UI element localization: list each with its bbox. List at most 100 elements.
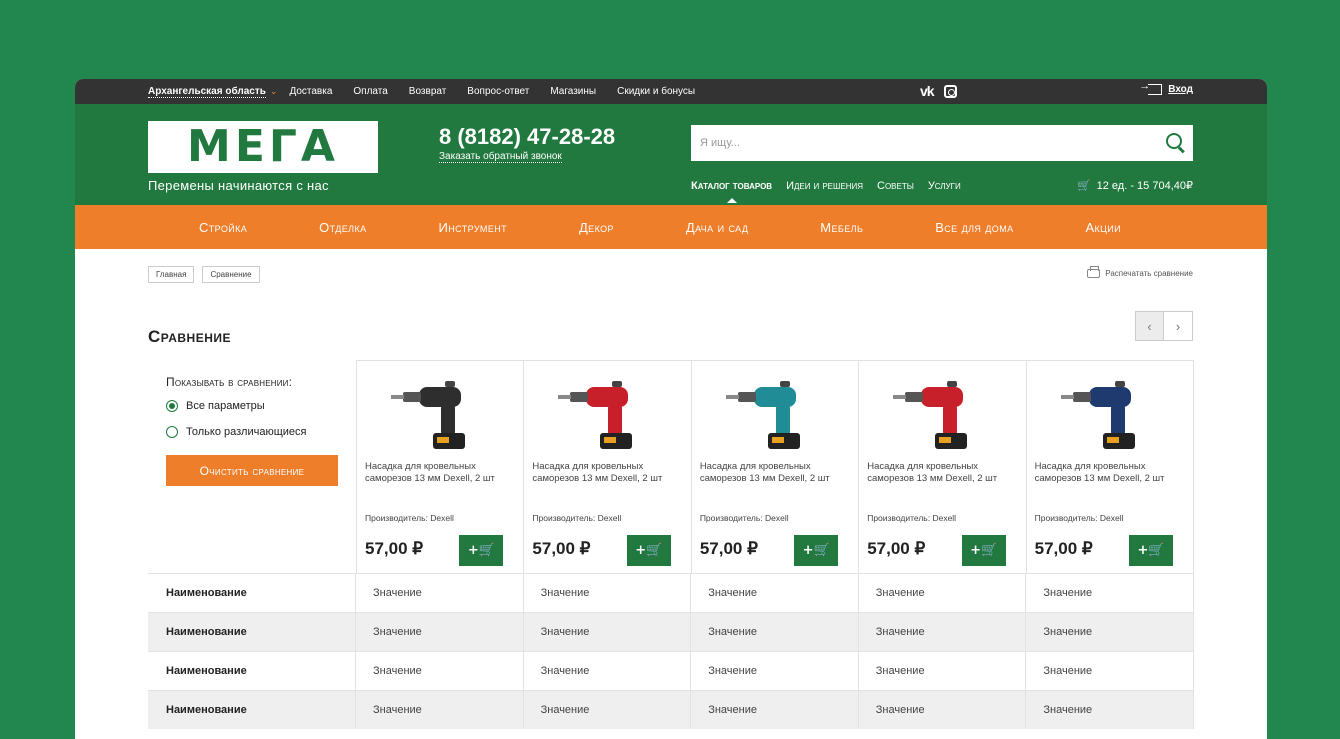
spec-value: Значение <box>859 652 1027 690</box>
menu-item-decor[interactable]: Декор <box>579 220 614 235</box>
radio-all-label: Все параметры <box>186 400 265 412</box>
menu-item-finishing[interactable]: Отделка <box>319 220 366 235</box>
header-cart[interactable]: 🛒 12 ед. - 15 704,40₽ <box>1077 179 1193 192</box>
product-card[interactable]: Насадка для кровельных саморезов 13 мм D… <box>1027 361 1195 574</box>
cart-summary: 12 ед. - 15 704,40₽ <box>1096 180 1193 192</box>
top-link-delivery[interactable]: Доставка <box>289 86 332 97</box>
subnav-ideas[interactable]: Идеи и решения <box>786 180 863 192</box>
vk-icon[interactable]: vk <box>920 84 935 98</box>
browser-window: Архангельская область ⌄ Доставка Оплата … <box>75 79 1267 739</box>
product-card[interactable]: Насадка для кровельных саморезов 13 мм D… <box>692 361 860 574</box>
spec-value: Значение <box>524 652 692 690</box>
category-menu: Стройка Отделка Инструмент Декор Дача и … <box>75 205 1267 249</box>
product-maker: Производитель: Dexell <box>532 513 622 523</box>
compare-filter-panel: Показывать в сравнении: Все параметры То… <box>166 375 346 486</box>
spec-value: Значение <box>356 613 524 651</box>
spec-value: Значение <box>524 574 692 612</box>
menu-item-furniture[interactable]: Мебель <box>820 220 863 235</box>
menu-item-home[interactable]: Все для дома <box>935 220 1013 235</box>
spec-value: Значение <box>356 691 524 729</box>
product-price: 57,00 ₽ <box>365 539 424 558</box>
table-row: Наименование Значение Значение Значение … <box>148 651 1194 690</box>
menu-item-construction[interactable]: Стройка <box>199 220 247 235</box>
callback-link[interactable]: Заказать обратный звонок <box>439 151 562 163</box>
login-icon <box>1139 80 1163 95</box>
add-to-cart-button[interactable]: +🛒 <box>459 535 504 566</box>
top-link-return[interactable]: Возврат <box>409 86 447 97</box>
top-link-faq[interactable]: Вопрос-ответ <box>467 86 529 97</box>
breadcrumb-home[interactable]: Главная <box>148 266 195 283</box>
breadcrumb-compare[interactable]: Сравнение <box>202 266 260 283</box>
top-utility-bar: Архангельская область ⌄ Доставка Оплата … <box>75 79 1267 104</box>
clear-compare-button[interactable]: Очистить сравнение <box>166 455 338 486</box>
social-links: vk <box>920 84 957 98</box>
spec-name: Наименование <box>148 652 356 690</box>
product-name[interactable]: Насадка для кровельных саморезов 13 мм D… <box>867 461 1007 485</box>
breadcrumb: Главная Сравнение <box>148 266 260 283</box>
header-subnav: Каталог товаров Идеи и решения Советы Ус… <box>691 180 975 203</box>
instagram-icon[interactable] <box>943 84 957 98</box>
phone-number[interactable]: 8 (8182) 47-28-28 <box>439 124 615 150</box>
spec-value: Значение <box>524 691 692 729</box>
menu-item-garden[interactable]: Дача и сад <box>686 220 749 235</box>
logo-tagline: Перемены начинаются с нас <box>148 178 329 193</box>
product-drill-image[interactable] <box>524 375 692 455</box>
product-name[interactable]: Насадка для кровельных саморезов 13 мм D… <box>365 461 505 485</box>
add-to-cart-button[interactable]: +🛒 <box>961 535 1006 566</box>
product-drill-image[interactable] <box>859 375 1027 455</box>
product-name[interactable]: Насадка для кровельных саморезов 13 мм D… <box>1035 461 1175 485</box>
product-drill-image[interactable] <box>357 375 525 455</box>
radio-diff-label: Только различающиеся <box>186 426 307 438</box>
product-drill-image[interactable] <box>1027 375 1195 455</box>
menu-item-tools[interactable]: Инструмент <box>438 220 507 235</box>
spec-value: Значение <box>691 574 859 612</box>
top-link-payment[interactable]: Оплата <box>353 86 387 97</box>
add-to-cart-button[interactable]: +🛒 <box>1129 535 1174 566</box>
subnav-tips[interactable]: Советы <box>877 180 914 192</box>
radio-checked-icon[interactable] <box>166 400 178 412</box>
site-logo[interactable]: МЕГА <box>148 121 378 173</box>
search-icon[interactable] <box>1157 125 1193 161</box>
product-price: 57,00 ₽ <box>699 539 758 558</box>
product-price: 57,00 ₽ <box>867 539 926 558</box>
add-to-cart-button[interactable]: +🛒 <box>626 535 671 566</box>
subnav-catalog[interactable]: Каталог товаров <box>691 180 772 203</box>
spec-value: Значение <box>1026 652 1194 690</box>
top-link-discounts[interactable]: Скидки и бонусы <box>617 86 695 97</box>
product-name[interactable]: Насадка для кровельных саморезов 13 мм D… <box>532 461 672 485</box>
spec-value: Значение <box>1026 691 1194 729</box>
radio-unchecked-icon[interactable] <box>166 426 178 438</box>
chevron-down-icon[interactable]: ⌄ <box>270 86 278 97</box>
search-bar <box>691 125 1193 161</box>
product-maker: Производитель: Dexell <box>699 513 789 523</box>
product-card[interactable]: Насадка для кровельных саморезов 13 мм D… <box>357 361 525 574</box>
page-title: Сравнение <box>148 327 232 346</box>
product-name[interactable]: Насадка для кровельных саморезов 13 мм D… <box>700 461 840 485</box>
spec-value: Значение <box>691 613 859 651</box>
top-link-stores[interactable]: Магазины <box>550 86 596 97</box>
print-compare-link[interactable]: Распечатать сравнение <box>1087 266 1193 278</box>
product-drill-image[interactable] <box>692 375 860 455</box>
compare-pager: ‹ › <box>1135 311 1193 341</box>
search-input[interactable] <box>691 125 1157 161</box>
spec-value: Значение <box>524 613 692 651</box>
menu-item-sales[interactable]: Акции <box>1085 220 1121 235</box>
login-link[interactable]: Вход <box>1139 80 1193 95</box>
spec-name: Наименование <box>148 574 356 612</box>
region-selector[interactable]: Архангельская область <box>148 86 266 98</box>
spec-value: Значение <box>356 652 524 690</box>
cart-icon: 🛒 <box>1076 180 1091 192</box>
product-card[interactable]: Насадка для кровельных саморезов 13 мм D… <box>524 361 692 574</box>
product-maker: Производитель: Dexell <box>1034 513 1124 523</box>
pager-next-button[interactable]: › <box>1164 311 1193 341</box>
spec-value: Значение <box>356 574 524 612</box>
spec-table: Наименование Значение Значение Значение … <box>148 573 1194 729</box>
pager-prev-button[interactable]: ‹ <box>1135 311 1164 341</box>
add-to-cart-button[interactable]: +🛒 <box>794 535 839 566</box>
subnav-services[interactable]: Услуги <box>928 180 961 192</box>
product-card[interactable]: Насадка для кровельных саморезов 13 мм D… <box>859 361 1027 574</box>
printer-icon <box>1087 266 1101 278</box>
table-row: Наименование Значение Значение Значение … <box>148 612 1194 651</box>
radio-all-params[interactable]: Все параметры <box>166 400 346 412</box>
radio-diff-only[interactable]: Только различающиеся <box>166 426 346 438</box>
